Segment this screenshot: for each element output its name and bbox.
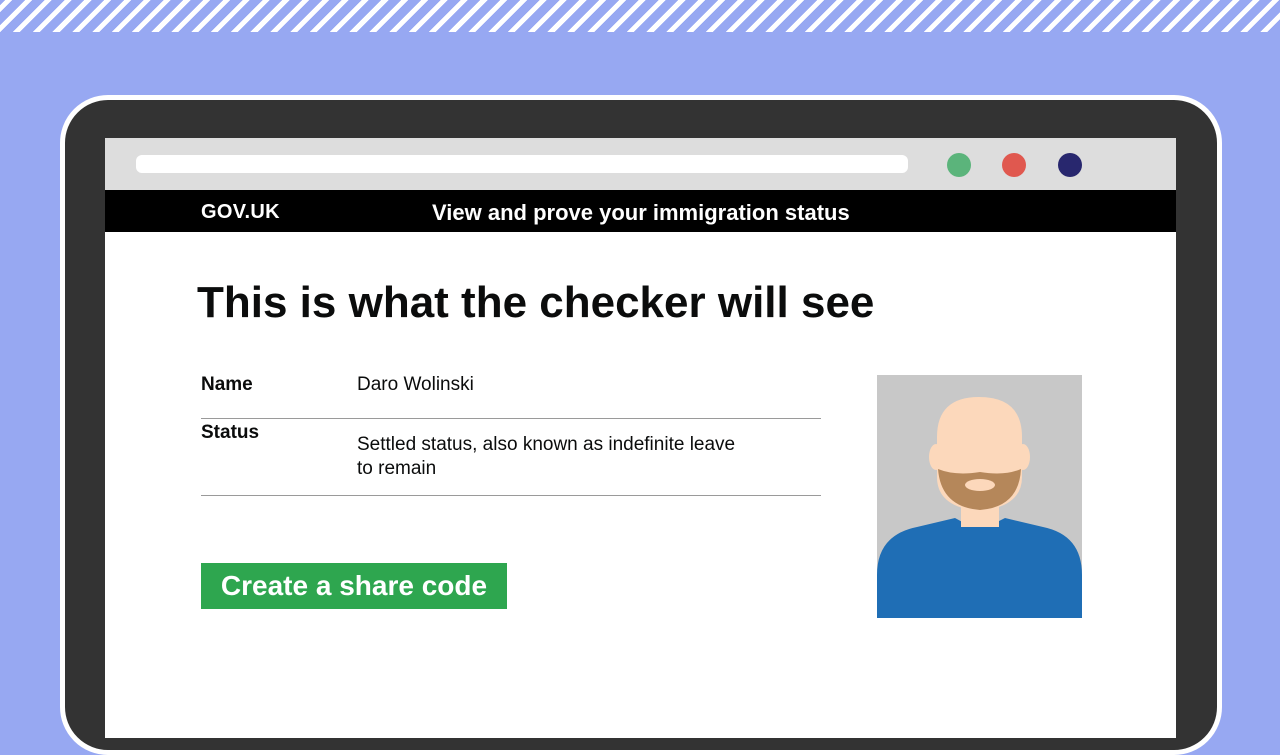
mouth	[965, 479, 995, 491]
summary-row-name: Name Daro Wolinski	[201, 366, 821, 419]
window-button-navy[interactable]	[1058, 153, 1082, 177]
create-share-code-button[interactable]: Create a share code	[201, 563, 507, 609]
gov-header: GOV.UK View and prove your immigration s…	[105, 190, 1176, 232]
summary-key-name: Name	[201, 374, 253, 395]
summary-value-status: Settled status, also known as indefinite…	[357, 434, 736, 479]
window-button-green[interactable]	[947, 153, 971, 177]
summary-list: Name Daro Wolinski Status Settled status…	[201, 366, 821, 496]
laptop-screen: GOV.UK View and prove your immigration s…	[105, 138, 1176, 738]
service-name[interactable]: View and prove your immigration status	[432, 200, 850, 226]
summary-key-status: Status	[201, 422, 260, 443]
browser-toolbar	[105, 138, 1176, 190]
page-title: This is what the checker will see	[197, 278, 875, 327]
window-button-red[interactable]	[1002, 153, 1026, 177]
person-avatar-icon	[877, 397, 1082, 618]
shirt	[877, 518, 1082, 618]
address-bar[interactable]	[136, 155, 908, 173]
profile-photo	[877, 375, 1082, 618]
summary-value-name: Daro Wolinski	[357, 374, 474, 395]
gov-uk-logo[interactable]: GOV.UK	[201, 201, 280, 224]
summary-row-status: Status Settled status, also known as ind…	[201, 419, 821, 496]
striped-banner	[0, 0, 1280, 32]
